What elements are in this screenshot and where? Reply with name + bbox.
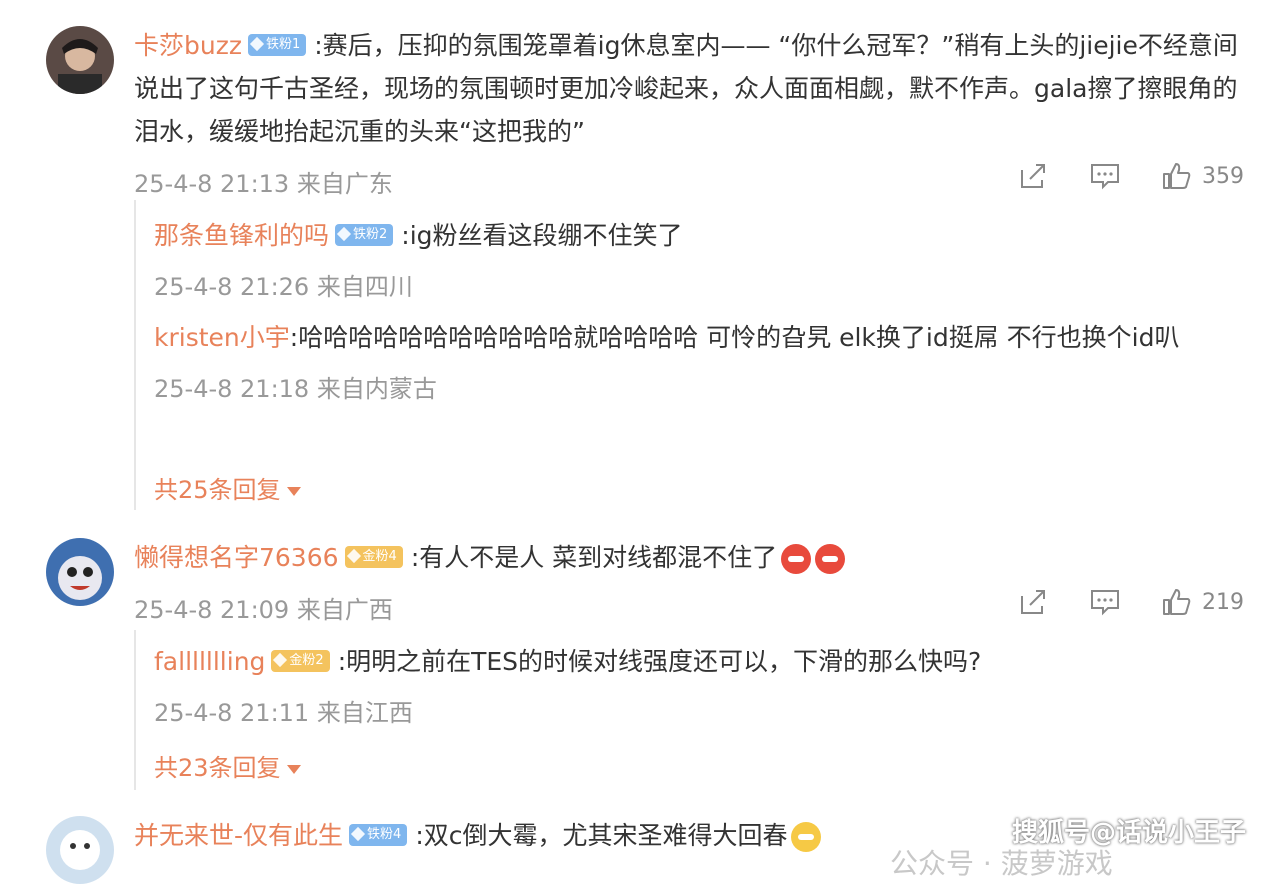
diamond-icon bbox=[346, 548, 361, 563]
username[interactable]: 卡莎buzz bbox=[134, 31, 242, 60]
crying-emoji-icon bbox=[791, 822, 822, 852]
reply-text: :ig粉丝看这段绷不住笑了 bbox=[401, 221, 683, 250]
comment-text: 懒得想名字76366 金粉4 :有人不是人 菜到对线都混不住了 bbox=[134, 536, 1246, 579]
more-replies-link[interactable]: 共25条回复 bbox=[154, 470, 301, 505]
share-button[interactable] bbox=[1018, 162, 1048, 190]
username[interactable]: 懒得想名字76366 bbox=[134, 543, 339, 572]
share-icon bbox=[1021, 164, 1045, 188]
fan-badge: 金粉4 bbox=[344, 546, 403, 568]
share-icon bbox=[1021, 590, 1045, 614]
comment-icon bbox=[1091, 164, 1119, 190]
comment-meta: 25-4-8 21:13 来自广东 bbox=[134, 170, 393, 198]
fan-badge: 金粉2 bbox=[271, 650, 330, 672]
reply-button[interactable] bbox=[1090, 162, 1120, 190]
diamond-icon bbox=[273, 652, 288, 667]
reply-username[interactable]: 那条鱼锋利的吗 bbox=[154, 221, 329, 250]
comment-meta: 25-4-8 21:09 来自广西 bbox=[134, 596, 393, 624]
like-icon bbox=[1163, 589, 1191, 615]
diamond-icon bbox=[350, 826, 366, 841]
reply-text: :哈哈哈哈哈哈哈哈哈哈哈就哈哈哈哈 可怜的旮旯 elk换了id挺屌 不行也换个i… bbox=[289, 323, 1180, 352]
reply-username[interactable]: kristen小宇 bbox=[154, 323, 290, 352]
avatar[interactable] bbox=[46, 538, 114, 606]
fan-badge: 铁粉4 bbox=[349, 824, 408, 846]
comment-body: :有人不是人 菜到对线都混不住了 bbox=[410, 543, 778, 572]
caret-down-icon bbox=[286, 764, 301, 774]
reply-thread: fallllllling 金粉2 :明明之前在TES的时候对线强度还可以，下滑的那么… bbox=[134, 630, 1246, 790]
reply: fallllllling 金粉2 :明明之前在TES的时候对线强度还可以，下滑的那么… bbox=[154, 640, 1226, 728]
reply: kristen小宇:哈哈哈哈哈哈哈哈哈哈哈就哈哈哈哈 可怜的旮旯 elk换了id… bbox=[154, 316, 1226, 404]
reply-thread: 那条鱼锋利的吗 铁粉2 :ig粉丝看这段绷不住笑了 25-4-8 21:26 来自四… bbox=[134, 200, 1246, 510]
like-button[interactable]: 219 bbox=[1162, 588, 1244, 616]
like-count: 359 bbox=[1202, 163, 1244, 189]
reply-meta: 25-4-8 21:26 来自四川 bbox=[154, 273, 413, 301]
comment-body: :双c倒大霉，尤其宋圣难得大回春 bbox=[415, 821, 788, 850]
caret-down-icon bbox=[286, 486, 301, 496]
reply-text: :明明之前在TES的时候对线强度还可以，下滑的那么快吗? bbox=[337, 647, 982, 676]
avatar[interactable] bbox=[46, 26, 114, 94]
username[interactable]: 并无来世-仅有此生 bbox=[134, 821, 343, 850]
comment-text: 卡莎buzz 铁粉1:赛后，压抑的氛围笼罩着ig休息室内—— “你什么冠军？”稍有… bbox=[134, 24, 1246, 153]
fan-badge: 铁粉2 bbox=[335, 224, 394, 246]
more-replies-link[interactable]: 共23条回复 bbox=[154, 748, 301, 783]
angry-emoji-icon bbox=[815, 544, 846, 574]
diamond-icon bbox=[249, 36, 265, 51]
like-button[interactable]: 359 bbox=[1162, 162, 1244, 190]
diamond-icon bbox=[336, 226, 352, 241]
angry-emoji-icon bbox=[781, 544, 812, 574]
share-button[interactable] bbox=[1018, 588, 1048, 616]
reply-button[interactable] bbox=[1090, 588, 1120, 616]
comment-icon bbox=[1091, 590, 1119, 616]
fan-badge: 铁粉1 bbox=[247, 34, 307, 56]
reply: 那条鱼锋利的吗 铁粉2 :ig粉丝看这段绷不住笑了 25-4-8 21:26 来自四… bbox=[154, 214, 1226, 302]
reply-meta: 25-4-8 21:11 来自江西 bbox=[154, 699, 413, 727]
watermark: 搜狐号@话说小王子 bbox=[1011, 818, 1246, 848]
like-count: 219 bbox=[1202, 589, 1244, 615]
reply-meta: 25-4-8 21:18 来自内蒙古 bbox=[154, 375, 437, 403]
reply-username[interactable]: fallllllling bbox=[154, 647, 265, 676]
like-icon bbox=[1163, 163, 1191, 189]
avatar[interactable] bbox=[46, 816, 114, 884]
